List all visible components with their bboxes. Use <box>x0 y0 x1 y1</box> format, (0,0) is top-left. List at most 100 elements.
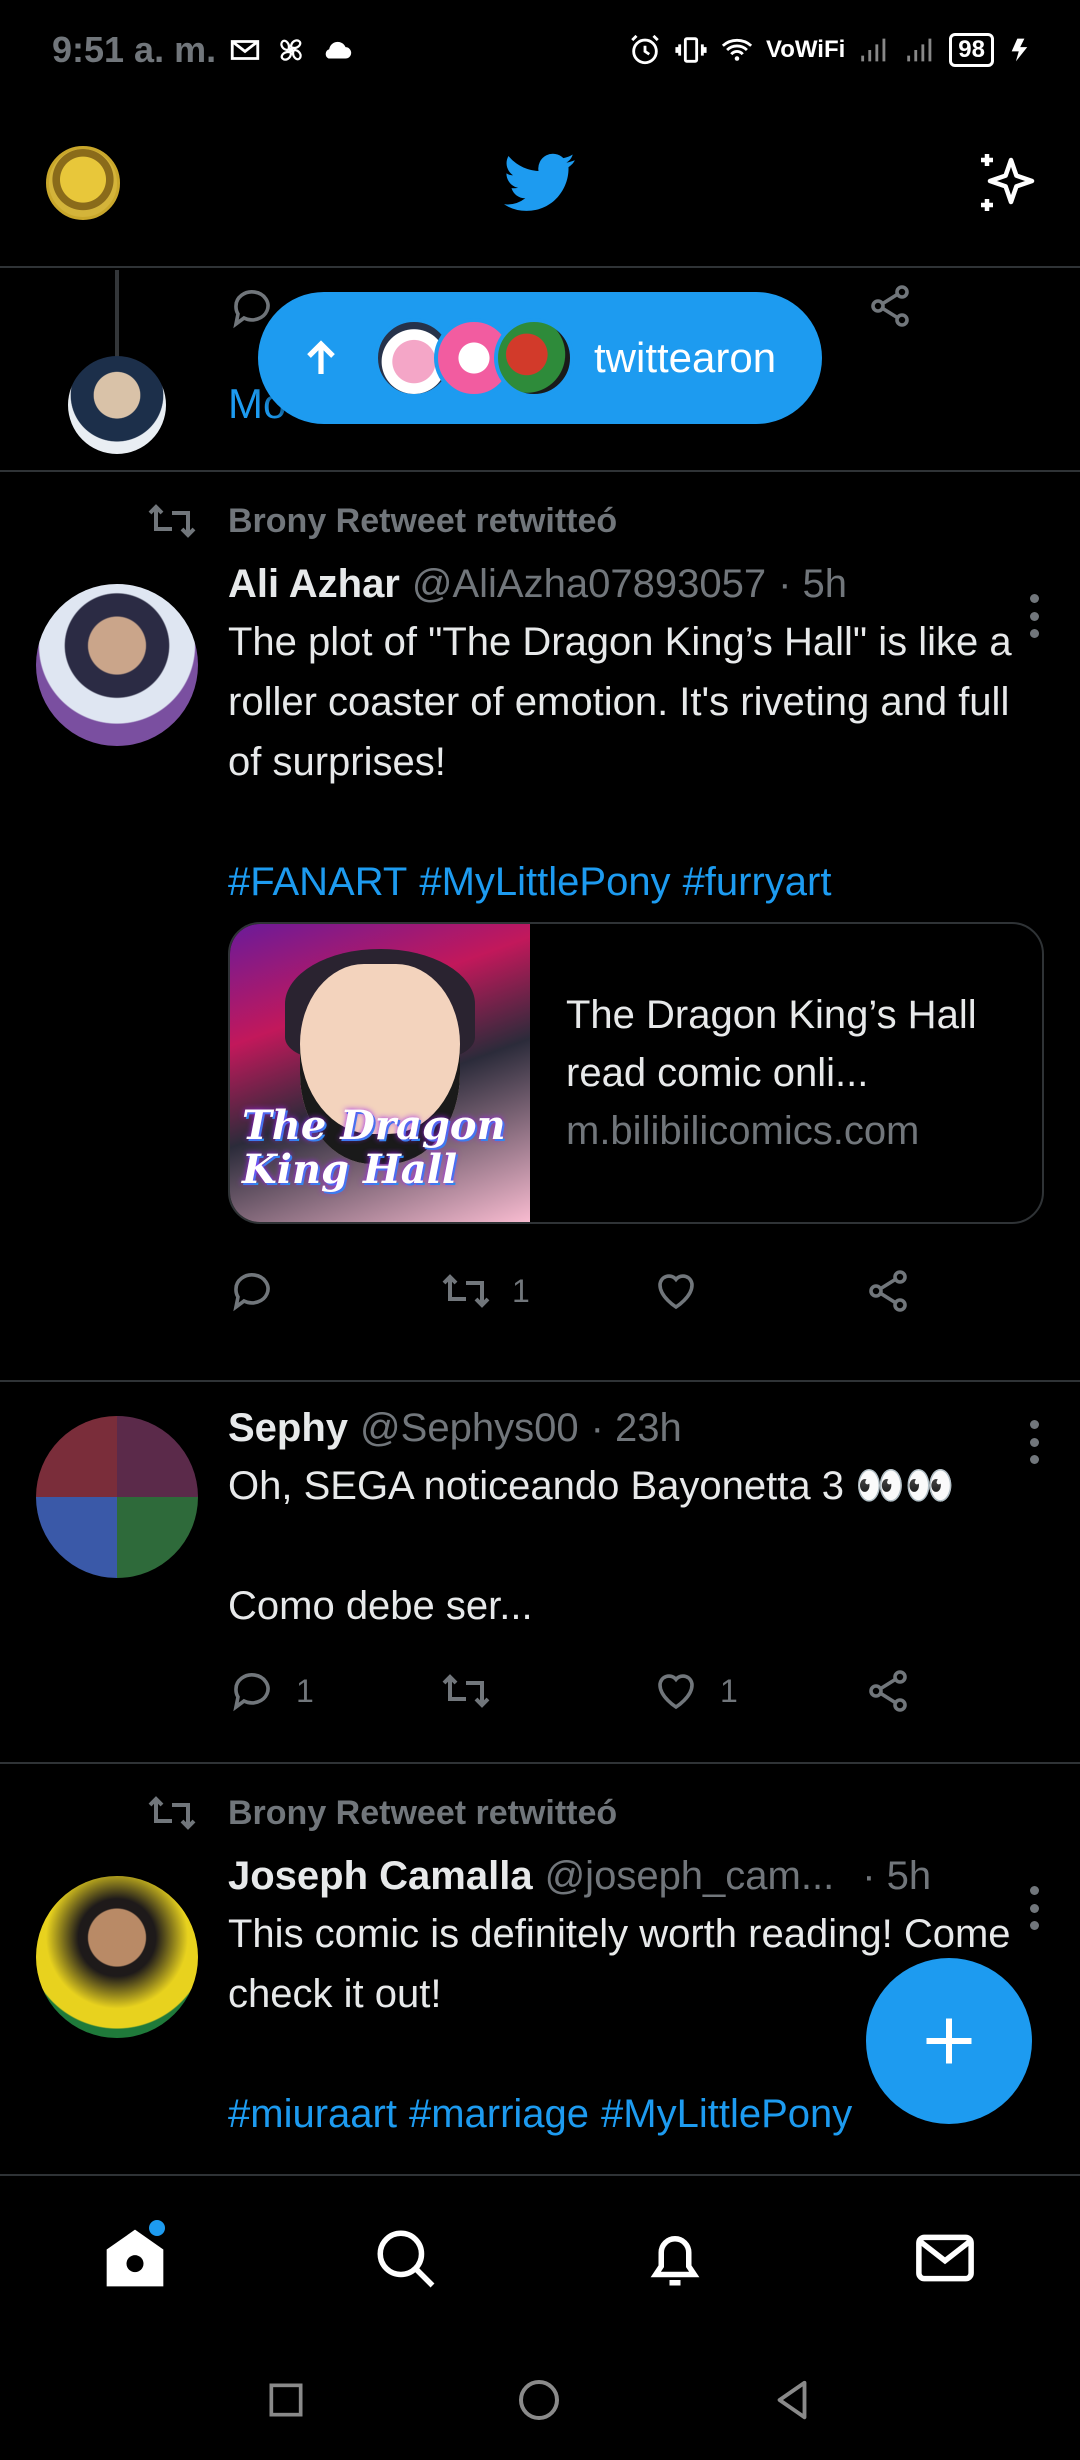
nav-notifications[interactable] <box>615 2198 735 2318</box>
tweet-time: · 5h <box>862 1854 932 1898</box>
author-handle: @Sephys00 <box>360 1406 579 1450</box>
retweet-count: 1 <box>512 1272 530 1309</box>
system-navigation <box>0 2340 1080 2460</box>
hashtag[interactable]: #MyLittlePony <box>601 2092 852 2136</box>
retweet-icon <box>148 504 196 538</box>
more-options-icon[interactable] <box>1028 1886 1040 1930</box>
share-icon <box>869 1670 907 1712</box>
status-time: 9:51 a. m. <box>52 29 217 70</box>
recent-apps-icon[interactable] <box>264 2378 308 2422</box>
retweet-button[interactable]: 1 <box>440 1269 652 1313</box>
tweet-time: · 5h <box>778 562 848 606</box>
retweet-context: Brony Retweet retwitteó <box>146 1778 1080 1848</box>
more-options-icon[interactable] <box>1028 594 1040 638</box>
reply-button[interactable]: 1 <box>228 1667 440 1715</box>
tweet-hashtags: #FANART #MyLittlePony #furryart <box>228 852 1044 912</box>
card-thumbnail-title: The Dragon King Hall <box>242 1102 506 1193</box>
home-circle-icon[interactable] <box>515 2376 563 2424</box>
retweeted-by: Brony Retweet retwitteó <box>228 1793 618 1832</box>
more-options-icon[interactable] <box>1028 1420 1040 1464</box>
hashtag[interactable]: #marriage <box>409 2092 589 2136</box>
author-name[interactable]: Joseph Camalla <box>228 1848 533 1904</box>
bottom-navigation <box>0 2174 1080 2340</box>
tweet-actions: 1 <box>228 1236 1044 1346</box>
retweet-icon <box>148 1796 196 1830</box>
search-icon <box>377 2230 435 2288</box>
mail-icon <box>916 2234 974 2282</box>
tweet-text: The plot of "The Dragon King’s Hall" is … <box>228 620 1012 784</box>
tweet-header: Joseph Camalla @joseph_cam... · 5h <box>228 1848 1044 1904</box>
network-label: VoWiFi <box>765 36 846 63</box>
signal-icon <box>907 38 932 62</box>
card-thumbnail: The Dragon King Hall <box>230 924 530 1222</box>
avatar <box>494 318 574 398</box>
tweet[interactable]: Brony Retweet retwitteó Ali Azhar @AliAz… <box>0 486 1080 1382</box>
author-handle: @AliAzha07893057 <box>411 562 767 606</box>
hashtag[interactable]: #FANART <box>228 860 407 904</box>
author-handle: @joseph_cam... <box>544 1854 835 1898</box>
heart-icon <box>658 1274 694 1310</box>
share-button[interactable] <box>864 1267 932 1315</box>
vibrate-icon <box>675 37 707 63</box>
tweet-header: Sephy @Sephys00 · 23h <box>228 1400 1044 1456</box>
timeline-feed: Mo Brony Retweet retwitteó Ali Azhar @Al… <box>0 270 1080 2174</box>
tweet-actions: 1 1 <box>228 1636 1044 1746</box>
tweet-avatar[interactable] <box>36 1876 198 2038</box>
tweet-avatar[interactable] <box>68 356 166 454</box>
nav-messages[interactable] <box>885 2198 1005 2318</box>
share-icon[interactable] <box>866 282 914 330</box>
tweet-avatar[interactable] <box>36 1416 198 1578</box>
new-tweets-pill[interactable]: twittearon <box>258 292 822 424</box>
reply-count: 1 <box>296 1672 314 1709</box>
bell-icon <box>650 2236 700 2286</box>
sparkle-icon[interactable] <box>972 148 1044 220</box>
notification-dot <box>149 2220 165 2236</box>
card-domain: m.bilibilicomics.com <box>566 1109 920 1153</box>
like-button[interactable]: 1 <box>652 1667 864 1715</box>
alarm-icon <box>631 34 659 65</box>
pill-avatars <box>374 318 574 398</box>
tweet-text: Oh, SEGA noticeando Bayonetta 3 👀👀 <box>228 1464 955 1508</box>
link-card[interactable]: The Dragon King Hall The Dragon King’s H… <box>228 922 1044 1224</box>
author-name[interactable]: Ali Azhar <box>228 556 400 612</box>
app-header <box>0 100 1080 268</box>
status-bar: 9:51 a. m. VoWiFi 98 <box>0 0 1080 100</box>
reply-icon <box>233 1273 270 1312</box>
card-title: The Dragon King’s Hall read comic onli..… <box>566 993 977 1095</box>
fan-icon <box>280 39 302 61</box>
profile-avatar[interactable] <box>46 146 120 220</box>
reply-icon <box>233 1673 270 1712</box>
twitter-bird-icon <box>504 153 575 211</box>
arrow-up-icon <box>307 340 335 374</box>
share-icon <box>869 1270 907 1312</box>
retweet-button[interactable] <box>440 1669 652 1713</box>
heart-icon <box>658 1674 694 1710</box>
new-tweets-label: twittearon <box>594 334 777 381</box>
share-button[interactable] <box>864 1667 932 1715</box>
tweet-time: · 23h <box>590 1406 682 1450</box>
thread-line <box>115 270 119 358</box>
reply-button[interactable] <box>228 1267 440 1315</box>
nav-search[interactable] <box>345 2198 465 2318</box>
like-button[interactable] <box>652 1267 864 1315</box>
retweet-icon <box>442 1274 490 1308</box>
retweeted-by: Brony Retweet retwitteó <box>228 501 618 540</box>
battery-level: 98 <box>949 33 994 67</box>
hashtag[interactable]: #MyLittlePony <box>419 860 670 904</box>
retweet-icon <box>442 1674 490 1708</box>
tweet[interactable]: Sephy @Sephys00 · 23h Oh, SEGA noticeand… <box>0 1382 1080 1764</box>
wifi-icon <box>721 38 753 61</box>
tweet-avatar[interactable] <box>36 584 198 746</box>
tweet-text-line2: Como debe ser... <box>228 1584 533 1628</box>
tweet-header: Ali Azhar @AliAzha07893057 · 5h <box>228 556 1044 612</box>
hashtag[interactable]: #miuraart <box>228 2092 397 2136</box>
retweet-context: Brony Retweet retwitteó <box>146 486 1080 556</box>
back-icon[interactable] <box>770 2377 816 2423</box>
compose-tweet-button[interactable] <box>866 1958 1032 2124</box>
plus-icon <box>926 2018 972 2064</box>
hashtag[interactable]: #furryart <box>683 860 832 904</box>
author-name[interactable]: Sephy <box>228 1400 348 1456</box>
nav-home[interactable] <box>75 2198 195 2318</box>
charging-icon <box>1011 38 1028 62</box>
cloud-icon <box>325 41 352 59</box>
